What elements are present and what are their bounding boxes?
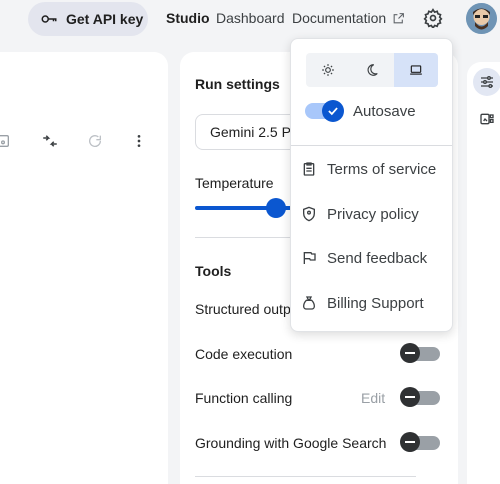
theme-light-option[interactable] (306, 53, 350, 87)
autosave-toggle-knob[interactable] (322, 100, 344, 122)
moon-icon (367, 64, 378, 76)
refresh-icon[interactable] (86, 132, 104, 150)
menu-item-privacy-policy[interactable]: Privacy policy (301, 200, 451, 228)
autosave-label: Autosave (353, 103, 416, 120)
laptop-icon (410, 65, 422, 75)
function-calling-label: Function calling (195, 390, 293, 406)
function-calling-edit-link[interactable]: Edit (361, 390, 385, 406)
settings-menu: Autosave Terms of service Privacy policy… (290, 38, 453, 332)
user-avatar[interactable] (466, 3, 497, 34)
key-icon (41, 15, 57, 23)
check-icon (328, 107, 338, 116)
theme-selector (306, 53, 438, 87)
code-execution-toggle[interactable] (400, 343, 440, 363)
compare-icon[interactable] (41, 132, 59, 150)
tune-settings-icon[interactable] (473, 68, 500, 96)
temperature-label: Temperature (195, 175, 274, 191)
structured-output-label: Structured outp (195, 301, 291, 317)
function-calling-toggle[interactable] (400, 387, 440, 407)
grounding-toggle[interactable] (400, 432, 440, 452)
shield-icon (303, 206, 315, 222)
nav-studio[interactable]: Studio (166, 10, 210, 26)
menu-item-label: Send feedback (327, 249, 428, 267)
grounding-label: Grounding with Google Search (195, 435, 387, 451)
temperature-slider-track[interactable] (195, 206, 305, 210)
menu-item-label: Privacy policy (327, 205, 419, 223)
prompt-editor-card (0, 52, 168, 484)
settings-gear-icon[interactable] (423, 8, 443, 28)
flag-icon (303, 252, 316, 264)
run-settings-title: Run settings (195, 76, 280, 92)
external-link-icon (393, 12, 405, 23)
sun-icon (322, 64, 334, 76)
menu-divider (291, 145, 452, 146)
clipboard-icon (303, 162, 315, 176)
menu-item-label: Terms of service (327, 160, 437, 178)
menu-item-send-feedback[interactable]: Send feedback (301, 244, 451, 272)
menu-item-terms-of-service[interactable]: Terms of service (301, 155, 451, 183)
divider (195, 476, 416, 477)
menu-item-label: Billing Support (327, 294, 424, 312)
money-bag-icon (302, 296, 316, 310)
menu-item-billing-support[interactable]: Billing Support (301, 289, 451, 317)
nav-documentation[interactable]: Documentation (292, 10, 405, 26)
nav-dashboard[interactable]: Dashboard (216, 10, 285, 26)
temperature-slider-thumb[interactable] (266, 198, 286, 218)
theme-dark-option[interactable] (350, 53, 394, 87)
get-api-key-label: Get API key (66, 11, 144, 27)
divider (195, 237, 305, 238)
save-icon[interactable] (0, 132, 12, 150)
get-api-key-button[interactable]: Get API key (28, 2, 148, 36)
theme-system-option[interactable] (394, 53, 438, 87)
tools-title: Tools (195, 263, 232, 279)
media-gallery-icon[interactable] (478, 111, 496, 132)
top-bar: Get API key Studio Dashboard Documentati… (0, 0, 500, 40)
more-options-icon[interactable] (130, 132, 148, 150)
nav-documentation-label: Documentation (292, 10, 387, 26)
code-execution-label: Code execution (195, 346, 293, 362)
